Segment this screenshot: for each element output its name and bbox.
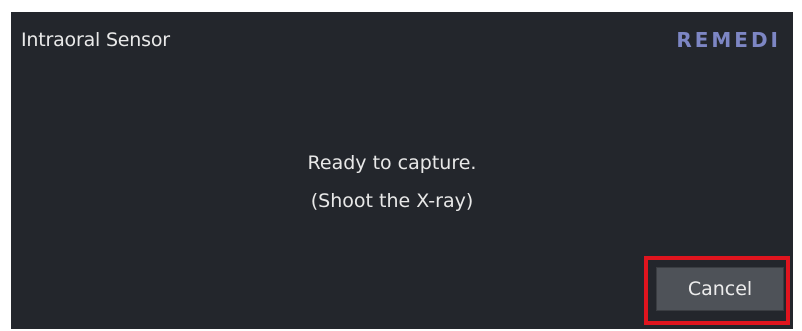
dialog-title: Intraoral Sensor bbox=[21, 29, 170, 51]
status-message-line-2: (Shoot the X-ray) bbox=[310, 190, 474, 212]
capture-dialog: Intraoral Sensor REMEDI Ready to capture… bbox=[11, 12, 793, 329]
brand-logo: REMEDI bbox=[676, 28, 781, 52]
cancel-button[interactable]: Cancel bbox=[656, 267, 784, 311]
status-message: Ready to capture. (Shoot the X-ray) bbox=[11, 144, 793, 220]
status-message-line-1: Ready to capture. bbox=[307, 152, 477, 174]
